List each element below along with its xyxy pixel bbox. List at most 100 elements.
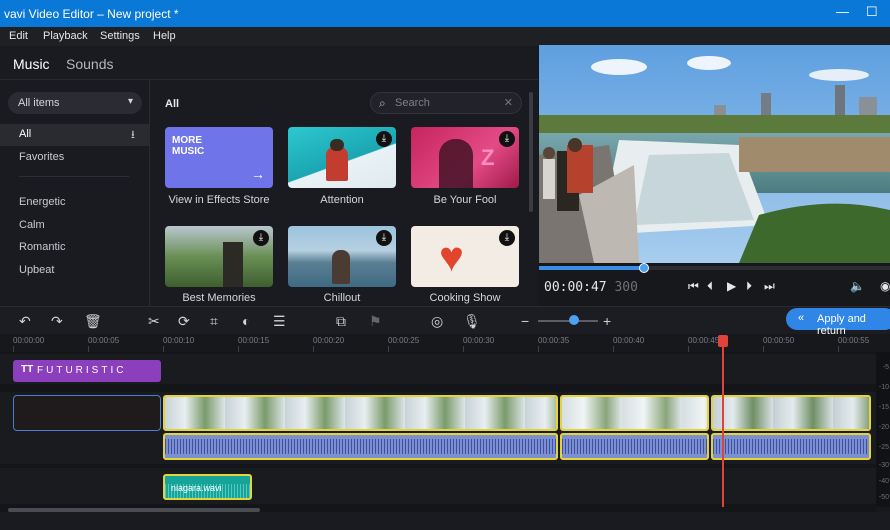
menu-playback[interactable]: Playback (43, 30, 88, 42)
empty-video-clip[interactable] (13, 395, 161, 431)
settings-sliders-icon[interactable]: ☰ (273, 313, 286, 330)
maximize-button[interactable]: ☐ (866, 4, 878, 20)
category-upbeat[interactable]: Upbeat (19, 264, 54, 276)
cut-icon[interactable]: ✂ (148, 313, 160, 330)
play-icon[interactable]: ▶ (727, 279, 736, 293)
tile-caption: Be Your Fool (433, 194, 497, 206)
audio-waveform-clip[interactable] (711, 433, 871, 460)
audio-waveform-clip[interactable] (163, 433, 558, 460)
video-clip[interactable] (560, 395, 709, 431)
timeline-ruler[interactable]: 00:00:00 00:00:05 00:00:10 00:00:15 00:0… (0, 334, 890, 352)
ruler-label: 00:00:15 (238, 336, 270, 345)
filter-dropdown-label: All items (18, 97, 60, 109)
category-all[interactable]: All (19, 128, 31, 140)
timeline-scrollbar[interactable] (8, 508, 260, 512)
promo-text: MORE MUSIC (172, 135, 205, 157)
divider (19, 176, 129, 177)
vu-label: -25 (878, 444, 889, 451)
waveform (165, 439, 556, 454)
person-silhouette (439, 139, 473, 188)
search-input[interactable]: ⌕ Search ✕ (370, 92, 522, 114)
download-icon[interactable]: ⤓ (499, 230, 515, 246)
sort-icon[interactable]: ⭳ (131, 126, 135, 145)
tile-effects-store[interactable]: MORE MUSIC → (165, 127, 273, 188)
tab-music[interactable]: Music (13, 56, 50, 72)
search-placeholder: Search (395, 97, 430, 109)
download-icon[interactable]: ⤓ (499, 131, 515, 147)
filter-dropdown[interactable]: All items ▾ (8, 92, 142, 114)
undo-icon[interactable]: ↶ (19, 313, 31, 330)
minimize-button[interactable]: — (836, 4, 849, 19)
ruler-label: 00:00:40 (613, 336, 645, 345)
tile-chillout[interactable]: ⤓ (288, 226, 396, 287)
clear-icon[interactable]: ✕ (504, 96, 513, 109)
zoom-out-icon[interactable]: − (521, 313, 529, 329)
category-favorites[interactable]: Favorites (19, 151, 64, 163)
music-clip[interactable]: niagara.wavi (163, 474, 252, 500)
menu-bar: Edit Playback Settings Help (0, 27, 890, 46)
person-figure (326, 147, 348, 181)
frame-back-icon[interactable]: ⏴ (707, 279, 713, 294)
zoom-slider[interactable] (538, 320, 598, 322)
double-chevron-left-icon: « (798, 312, 805, 324)
skip-start-icon[interactable]: ⏮ (688, 279, 699, 294)
category-romantic[interactable]: Romantic (19, 241, 65, 253)
library-scrollbar[interactable] (529, 92, 533, 212)
status-strip (0, 512, 890, 530)
music-track (0, 468, 876, 504)
tile-caption: View in Effects Store (168, 194, 270, 206)
webcam-icon[interactable]: ◎ (431, 313, 443, 330)
volume-meter: -5 -10 -15 -20 -25 -30 -40 -50 (876, 352, 890, 507)
volume-icon[interactable]: 🔈 (850, 279, 865, 293)
title-clip[interactable]: TT FUTURISTIC (13, 360, 161, 382)
download-icon[interactable]: ⤓ (376, 131, 392, 147)
apply-and-return-button[interactable]: « Apply and return (786, 308, 890, 337)
color-adjust-icon[interactable]: ◐ (242, 313, 250, 329)
zoom-in-icon[interactable]: + (603, 313, 611, 329)
tile-be-your-fool[interactable]: Z ⤓ (411, 127, 519, 188)
tile-caption: Cooking Show (429, 292, 501, 304)
transition-icon[interactable]: ⧉ (336, 313, 346, 330)
tab-sounds[interactable]: Sounds (66, 56, 113, 72)
grid-header: All (165, 98, 180, 110)
ruler-label: 00:00:10 (163, 336, 195, 345)
download-icon[interactable]: ⤓ (376, 230, 392, 246)
tile-caption: Best Memories (182, 292, 256, 304)
vu-label: -30 (878, 462, 889, 469)
progress-knob[interactable] (639, 263, 650, 273)
crop-icon[interactable]: ⌗ (210, 313, 218, 330)
menu-edit[interactable]: Edit (9, 30, 28, 42)
delete-icon[interactable]: 🗑 (84, 313, 102, 330)
ruler-label: 00:00:05 (88, 336, 120, 345)
download-icon[interactable]: ⤓ (253, 230, 269, 246)
menu-help[interactable]: Help (153, 30, 176, 42)
vu-label: -40 (878, 478, 889, 485)
microphone-icon[interactable]: 🎙 (463, 313, 481, 330)
ruler-label: 00:00:20 (313, 336, 345, 345)
category-calm[interactable]: Calm (19, 219, 45, 231)
ruler-label: 00:00:35 (538, 336, 570, 345)
tile-cooking-show[interactable]: ♥ ⤓ (411, 226, 519, 287)
menu-settings[interactable]: Settings (100, 30, 140, 42)
timecode-ms: 300 (614, 280, 638, 295)
category-energetic[interactable]: Energetic (19, 196, 65, 208)
arrow-right-icon: → (251, 166, 265, 182)
skip-end-icon[interactable]: ⏭ (764, 279, 775, 294)
zoom-slider-knob[interactable] (569, 315, 579, 325)
tile-caption: Chillout (323, 292, 361, 304)
title-clip-label: FUTURISTIC (37, 365, 127, 376)
chevron-down-icon: ▾ (127, 96, 133, 107)
redo-icon[interactable]: ↷ (51, 313, 63, 330)
snapshot-icon[interactable]: ◉ (880, 279, 890, 293)
video-clip[interactable] (163, 395, 558, 431)
rotate-icon[interactable]: ⟳ (178, 313, 190, 330)
playhead[interactable] (722, 335, 724, 507)
video-clip[interactable] (711, 395, 871, 431)
person-head (330, 139, 344, 151)
audio-waveform-clip[interactable] (560, 433, 709, 460)
tile-best-memories[interactable]: ⤓ (165, 226, 273, 287)
preview-progress[interactable] (539, 263, 890, 273)
frame-forward-icon[interactable]: ⏵ (746, 279, 752, 294)
tile-attention[interactable]: ⤓ (288, 127, 396, 188)
heart-pizza-icon: ♥ (439, 233, 464, 280)
